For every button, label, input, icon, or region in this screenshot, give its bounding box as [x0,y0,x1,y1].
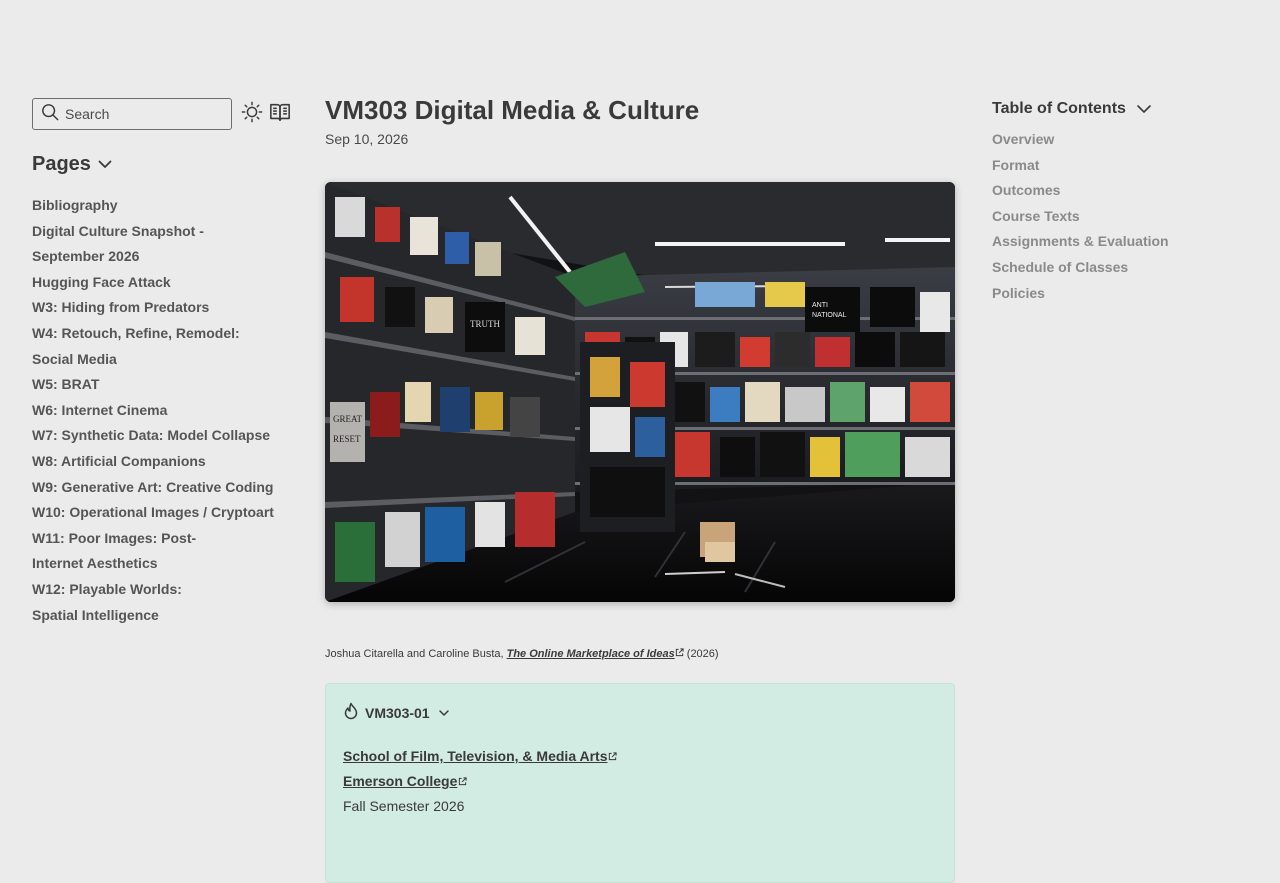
chevron-down-icon [97,156,113,172]
external-link-icon [608,744,618,769]
callout-links: School of Film, Television, & Media Arts… [343,744,937,819]
page-link-w6[interactable]: W6: Internet Cinema [32,398,277,424]
book-icon [269,101,291,128]
page-link-w7[interactable]: W7: Synthetic Data: Model Collapse [32,423,277,449]
page-link-w3[interactable]: W3: Hiding from Predators [32,295,277,321]
table-of-contents: Table of Contents Overview Format Outcom… [992,98,1242,306]
hero-image: TRUTH GREAT RESET ANTI NATIONAL [325,182,955,602]
page-link-w9[interactable]: W9: Generative Art: Creative Coding [32,475,277,501]
caption-year: (2026) [683,648,719,660]
toc-link-assignments[interactable]: Assignments & Evaluation [992,229,1242,255]
caption-link[interactable]: The Online Marketplace of Ideas [507,648,675,660]
page-link-w11[interactable]: W11: Poor Images: Post-Internet Aestheti… [32,526,212,577]
college-link[interactable]: Emerson College [343,769,937,794]
sidebar: Pages Bibliography Digital Culture Snaps… [32,98,292,628]
school-link[interactable]: School of Film, Television, & Media Arts [343,744,937,769]
svg-text:ANTI: ANTI [812,302,828,309]
page-link-hugging-face-attack[interactable]: Hugging Face Attack [32,270,277,296]
page-link-bibliography[interactable]: Bibliography [32,193,277,219]
page-date: Sep 10, 2026 [325,131,409,147]
external-link-icon [675,647,684,661]
toc-link-schedule[interactable]: Schedule of Classes [992,255,1242,281]
pages-header[interactable]: Pages [32,151,292,177]
callout-toggle[interactable]: VM303-01 [343,702,937,724]
page-link-w5[interactable]: W5: BRAT [32,372,277,398]
page-link-digital-culture-snapshot[interactable]: Digital Culture Snapshot - September 202… [32,219,222,270]
chevron-down-icon [1136,101,1152,117]
toc-link-format[interactable]: Format [992,153,1242,179]
page-title: VM303 Digital Media & Culture [325,95,700,125]
caption-authors: Joshua Citarella and Caroline Busta, [325,648,507,660]
theme-toggle-button[interactable] [240,101,264,128]
sun-icon [241,101,263,128]
svg-text:NATIONAL: NATIONAL [812,312,847,319]
external-link-icon [458,769,467,794]
chevron-down-icon [438,707,450,719]
hero-image-illustration: TRUTH GREAT RESET ANTI NATIONAL [325,182,955,602]
toc-link-course-texts[interactable]: Course Texts [992,204,1242,230]
svg-text:RESET: RESET [333,434,361,444]
semester-text: Fall Semester 2026 [343,798,465,814]
callout-label: VM303-01 [365,705,430,721]
main-content: VM303 Digital Media & Culture Sep 10, 20… [325,94,955,883]
page-link-w4[interactable]: W4: Retouch, Refine, Remodel: Social Med… [32,321,247,372]
page-link-w8[interactable]: W8: Artificial Companions [32,449,277,475]
toc-title: Table of Contents [992,100,1126,117]
svg-text:TRUTH: TRUTH [470,319,500,329]
toc-link-outcomes[interactable]: Outcomes [992,178,1242,204]
toc-link-overview[interactable]: Overview [992,127,1242,153]
search-input[interactable] [65,106,215,122]
course-callout: VM303-01 School of Film, Television, & M… [325,683,955,883]
reader-mode-button[interactable] [268,102,292,126]
svg-text:GREAT: GREAT [333,414,363,424]
search-icon [41,103,59,126]
toc-header[interactable]: Table of Contents [992,98,1242,120]
page-link-w10[interactable]: W10: Operational Images / Cryptoart [32,500,277,526]
search-row [32,98,292,130]
page-list: Bibliography Digital Culture Snapshot - … [32,193,277,628]
pages-title: Pages [32,152,91,175]
search-box[interactable] [32,98,232,130]
toc-link-policies[interactable]: Policies [992,281,1242,307]
flame-icon [343,702,359,725]
image-caption: Joshua Citarella and Caroline Busta, The… [325,647,955,661]
toc-list: Overview Format Outcomes Course Texts As… [992,127,1242,306]
page-link-w12[interactable]: W12: Playable Worlds: Spatial Intelligen… [32,577,192,628]
